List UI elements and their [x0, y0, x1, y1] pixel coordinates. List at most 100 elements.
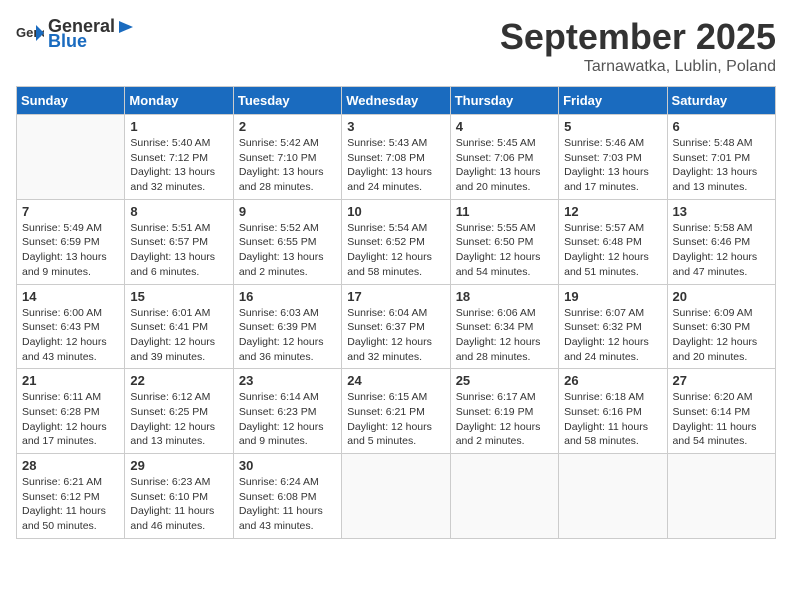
day-info-line: Daylight: 13 hours: [456, 166, 541, 178]
day-info-line: and 20 minutes.: [456, 181, 531, 193]
calendar-week-row: 7Sunrise: 5:49 AMSunset: 6:59 PMDaylight…: [17, 199, 776, 284]
day-info-line: Daylight: 12 hours: [456, 251, 541, 263]
day-info-line: Sunrise: 5:43 AM: [347, 137, 427, 149]
day-number: 22: [130, 373, 227, 388]
day-info-line: Daylight: 12 hours: [22, 336, 107, 348]
day-info-line: Sunrise: 6:01 AM: [130, 307, 210, 319]
day-info: Sunrise: 5:42 AMSunset: 7:10 PMDaylight:…: [239, 136, 336, 195]
day-info-line: Daylight: 12 hours: [673, 336, 758, 348]
day-info: Sunrise: 6:01 AMSunset: 6:41 PMDaylight:…: [130, 306, 227, 365]
calendar-cell: 9Sunrise: 5:52 AMSunset: 6:55 PMDaylight…: [233, 199, 341, 284]
day-info-line: and 58 minutes.: [564, 435, 639, 447]
day-info-line: and 2 minutes.: [456, 435, 525, 447]
day-info-line: and 47 minutes.: [673, 266, 748, 278]
calendar-cell: [17, 115, 125, 200]
day-info-line: Daylight: 12 hours: [130, 421, 215, 433]
day-number: 25: [456, 373, 553, 388]
calendar-cell: 6Sunrise: 5:48 AMSunset: 7:01 PMDaylight…: [667, 115, 775, 200]
day-info: Sunrise: 5:55 AMSunset: 6:50 PMDaylight:…: [456, 221, 553, 280]
day-info: Sunrise: 6:04 AMSunset: 6:37 PMDaylight:…: [347, 306, 444, 365]
day-info: Sunrise: 5:54 AMSunset: 6:52 PMDaylight:…: [347, 221, 444, 280]
calendar-cell: 12Sunrise: 5:57 AMSunset: 6:48 PMDayligh…: [559, 199, 667, 284]
day-info-line: Daylight: 11 hours: [673, 421, 757, 433]
day-info-line: and 24 minutes.: [564, 351, 639, 363]
day-info-line: Daylight: 12 hours: [347, 421, 432, 433]
day-info-line: Daylight: 11 hours: [22, 505, 106, 517]
day-number: 19: [564, 289, 661, 304]
calendar-cell: 7Sunrise: 5:49 AMSunset: 6:59 PMDaylight…: [17, 199, 125, 284]
day-info-line: Sunrise: 6:04 AM: [347, 307, 427, 319]
day-info-line: Sunset: 7:01 PM: [673, 152, 751, 164]
calendar-cell: [450, 454, 558, 539]
day-info-line: Sunrise: 6:03 AM: [239, 307, 319, 319]
day-info: Sunrise: 5:51 AMSunset: 6:57 PMDaylight:…: [130, 221, 227, 280]
day-info: Sunrise: 5:48 AMSunset: 7:01 PMDaylight:…: [673, 136, 770, 195]
day-info-line: and 43 minutes.: [239, 520, 314, 532]
day-info-line: Sunrise: 6:07 AM: [564, 307, 644, 319]
weekday-header: Sunday: [17, 87, 125, 115]
day-info-line: Daylight: 13 hours: [239, 166, 324, 178]
day-info-line: and 51 minutes.: [564, 266, 639, 278]
day-number: 4: [456, 119, 553, 134]
day-number: 23: [239, 373, 336, 388]
logo: General General Blue: [16, 16, 135, 52]
calendar-cell: 10Sunrise: 5:54 AMSunset: 6:52 PMDayligh…: [342, 199, 450, 284]
day-info-line: Sunset: 7:12 PM: [130, 152, 208, 164]
day-info-line: Sunrise: 6:09 AM: [673, 307, 753, 319]
day-info: Sunrise: 6:14 AMSunset: 6:23 PMDaylight:…: [239, 390, 336, 449]
weekday-header: Saturday: [667, 87, 775, 115]
day-info-line: and 9 minutes.: [239, 435, 308, 447]
day-info: Sunrise: 5:45 AMSunset: 7:06 PMDaylight:…: [456, 136, 553, 195]
day-info-line: Sunrise: 5:51 AM: [130, 222, 210, 234]
day-info-line: Sunset: 6:28 PM: [22, 406, 100, 418]
day-info-line: Sunset: 7:10 PM: [239, 152, 317, 164]
day-number: 2: [239, 119, 336, 134]
calendar-cell: 27Sunrise: 6:20 AMSunset: 6:14 PMDayligh…: [667, 369, 775, 454]
day-info: Sunrise: 6:09 AMSunset: 6:30 PMDaylight:…: [673, 306, 770, 365]
day-info-line: Sunrise: 5:58 AM: [673, 222, 753, 234]
day-number: 29: [130, 458, 227, 473]
calendar-cell: [342, 454, 450, 539]
day-number: 27: [673, 373, 770, 388]
day-info-line: Sunset: 6:59 PM: [22, 236, 100, 248]
day-info-line: and 54 minutes.: [673, 435, 748, 447]
day-info-line: Sunset: 6:21 PM: [347, 406, 425, 418]
day-info: Sunrise: 5:57 AMSunset: 6:48 PMDaylight:…: [564, 221, 661, 280]
day-info-line: Sunset: 7:06 PM: [456, 152, 534, 164]
calendar-cell: 22Sunrise: 6:12 AMSunset: 6:25 PMDayligh…: [125, 369, 233, 454]
day-number: 24: [347, 373, 444, 388]
day-info-line: Sunset: 6:14 PM: [673, 406, 751, 418]
day-info-line: Sunrise: 6:11 AM: [22, 391, 101, 403]
day-info-line: and 24 minutes.: [347, 181, 422, 193]
day-info: Sunrise: 5:43 AMSunset: 7:08 PMDaylight:…: [347, 136, 444, 195]
calendar-cell: 25Sunrise: 6:17 AMSunset: 6:19 PMDayligh…: [450, 369, 558, 454]
day-info-line: Sunset: 6:46 PM: [673, 236, 751, 248]
day-info-line: Daylight: 12 hours: [456, 336, 541, 348]
day-info: Sunrise: 5:46 AMSunset: 7:03 PMDaylight:…: [564, 136, 661, 195]
day-info-line: and 50 minutes.: [22, 520, 97, 532]
day-info-line: and 32 minutes.: [130, 181, 205, 193]
day-info-line: Daylight: 12 hours: [347, 251, 432, 263]
calendar-cell: 14Sunrise: 6:00 AMSunset: 6:43 PMDayligh…: [17, 284, 125, 369]
day-info-line: Sunset: 7:08 PM: [347, 152, 425, 164]
calendar-cell: 21Sunrise: 6:11 AMSunset: 6:28 PMDayligh…: [17, 369, 125, 454]
day-info-line: and 5 minutes.: [347, 435, 416, 447]
day-info: Sunrise: 5:58 AMSunset: 6:46 PMDaylight:…: [673, 221, 770, 280]
calendar-cell: 30Sunrise: 6:24 AMSunset: 6:08 PMDayligh…: [233, 454, 341, 539]
day-number: 16: [239, 289, 336, 304]
calendar-week-row: 21Sunrise: 6:11 AMSunset: 6:28 PMDayligh…: [17, 369, 776, 454]
day-info-line: and 13 minutes.: [130, 435, 205, 447]
day-info-line: Sunrise: 6:18 AM: [564, 391, 644, 403]
day-info-line: Daylight: 12 hours: [239, 336, 324, 348]
day-info-line: Sunset: 6:10 PM: [130, 491, 208, 503]
calendar-cell: 17Sunrise: 6:04 AMSunset: 6:37 PMDayligh…: [342, 284, 450, 369]
day-info-line: Daylight: 12 hours: [130, 336, 215, 348]
day-number: 11: [456, 204, 553, 219]
day-info: Sunrise: 6:24 AMSunset: 6:08 PMDaylight:…: [239, 475, 336, 534]
calendar-cell: 5Sunrise: 5:46 AMSunset: 7:03 PMDaylight…: [559, 115, 667, 200]
day-info-line: Daylight: 13 hours: [130, 251, 215, 263]
day-info-line: and 36 minutes.: [239, 351, 314, 363]
day-info-line: and 17 minutes.: [22, 435, 97, 447]
day-info-line: Sunset: 6:48 PM: [564, 236, 642, 248]
day-number: 3: [347, 119, 444, 134]
